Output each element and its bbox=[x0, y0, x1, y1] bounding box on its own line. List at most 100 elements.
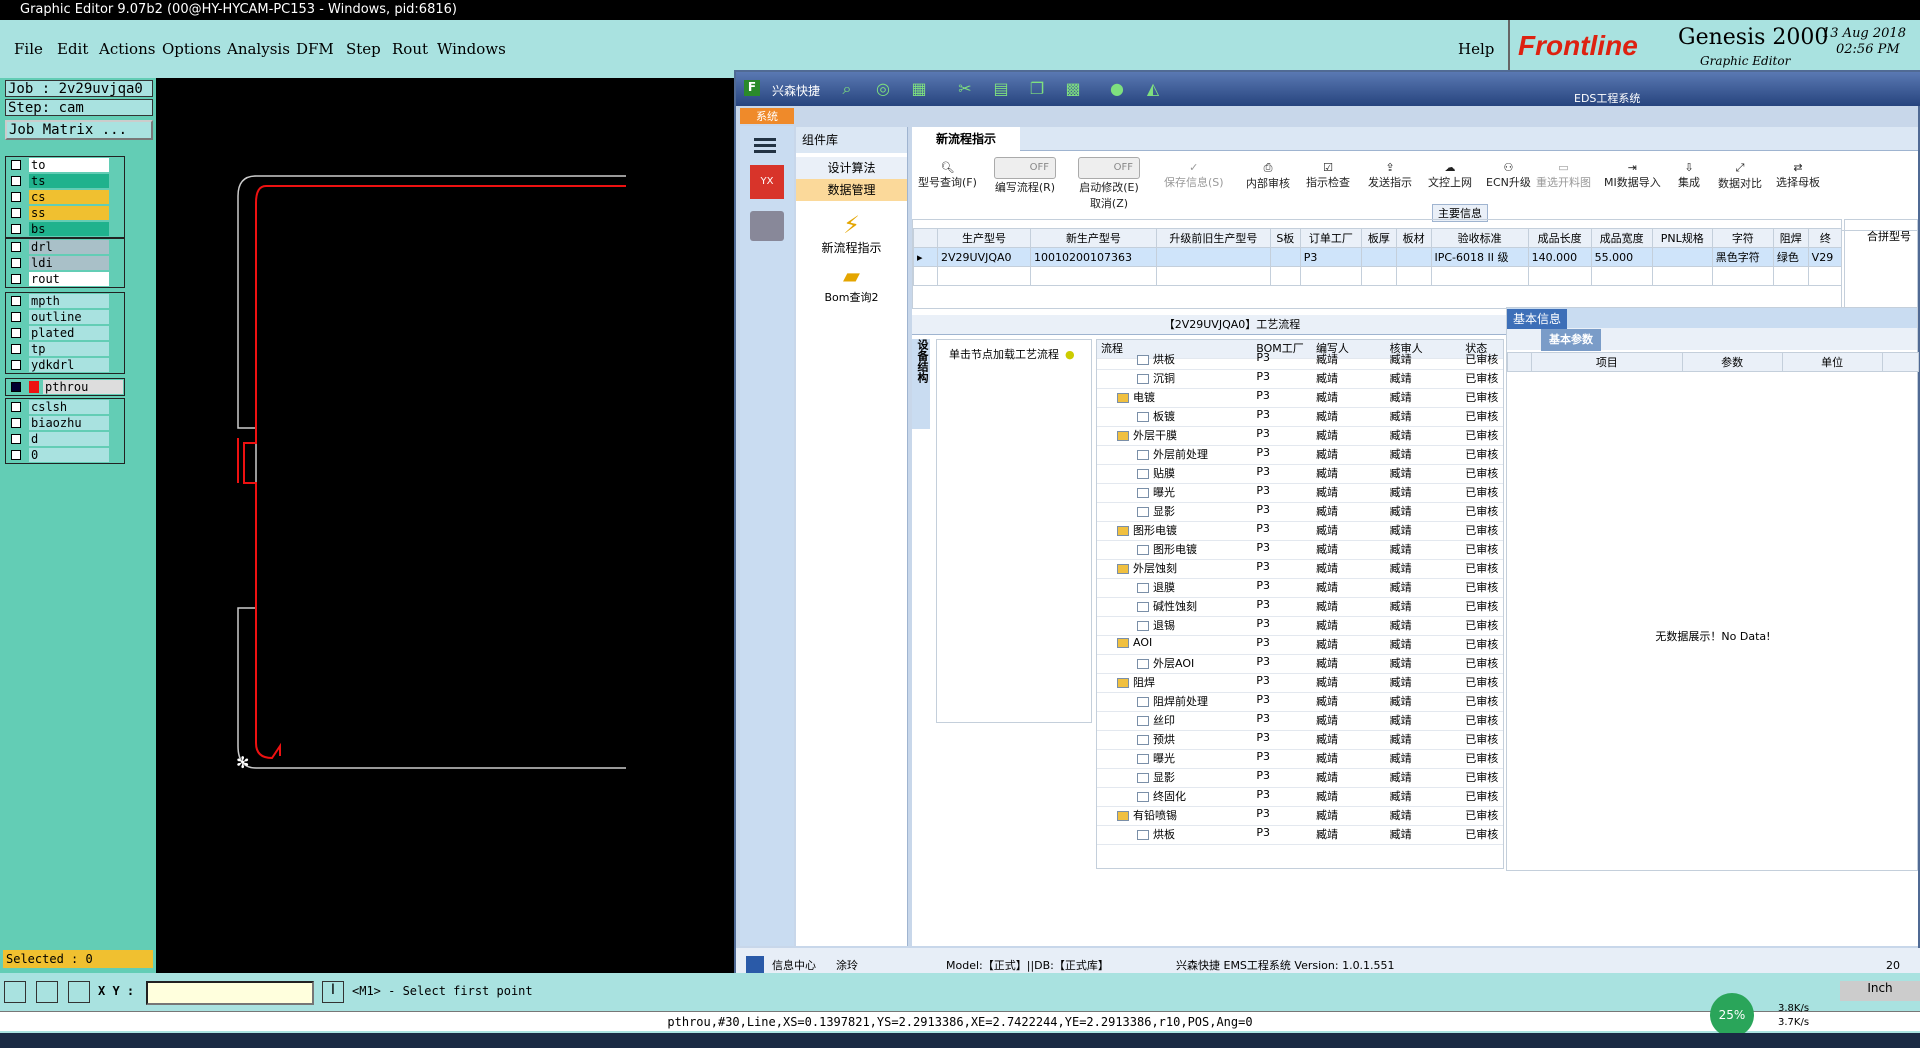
layer-name[interactable]: ts bbox=[29, 174, 109, 188]
grid-col-header[interactable]: 新生产型号 bbox=[1029, 228, 1157, 248]
grid-col-header[interactable]: 成品长度 bbox=[1527, 228, 1592, 248]
toggle-start-edit[interactable]: OFF 启动修改(E) 取消(Z) bbox=[1078, 157, 1140, 211]
layer-name[interactable]: bs bbox=[29, 222, 109, 236]
process-row[interactable]: 丝印 P3 臧靖 臧靖 已审核 bbox=[1097, 712, 1503, 731]
grid-col-header[interactable]: S板 bbox=[1269, 228, 1301, 248]
process-row[interactable]: 有铅喷锡 P3 臧靖 臧靖 已审核 bbox=[1097, 807, 1503, 826]
layer-row[interactable]: drl bbox=[6, 239, 124, 255]
yx-icon[interactable]: YX bbox=[750, 165, 784, 199]
layer-checkbox[interactable] bbox=[11, 360, 21, 370]
process-row[interactable]: 外层前处理 P3 臧靖 臧靖 已审核 bbox=[1097, 446, 1503, 465]
process-row[interactable]: 外层AOI P3 臧靖 臧靖 已审核 bbox=[1097, 655, 1503, 674]
layer-checkbox[interactable] bbox=[11, 312, 21, 322]
process-row[interactable]: 烘板 P3 臧靖 臧靖 已审核 bbox=[1097, 826, 1503, 845]
layer-checkbox[interactable] bbox=[11, 242, 21, 252]
layer-checkbox[interactable] bbox=[11, 344, 21, 354]
process-row[interactable]: 显影 P3 臧靖 臧靖 已审核 bbox=[1097, 769, 1503, 788]
layer-active[interactable]: pthrou bbox=[5, 378, 125, 396]
layer-row[interactable]: cslsh bbox=[6, 399, 124, 415]
layer-checkbox[interactable] bbox=[11, 192, 21, 202]
process-tree[interactable]: 流程 BOM工厂 编写人 核审人 状态 烘板 P3 臧靖 臧靖 已审核 沉铜 P3 臧靖 臧靖 已审核 电镀… bbox=[1096, 339, 1504, 869]
layer-checkbox[interactable] bbox=[11, 224, 21, 234]
layer-name[interactable]: plated bbox=[29, 326, 109, 340]
process-row[interactable]: 退锡 P3 臧靖 臧靖 已审核 bbox=[1097, 617, 1503, 636]
tab-new-flow[interactable]: 新流程指示 bbox=[912, 127, 1021, 151]
grid-row[interactable]: ▸ 2V29UVJQA0 10010200107363 P3 IPC-6018 II 级… bbox=[913, 247, 1841, 267]
scissors-icon[interactable]: ✂ bbox=[954, 80, 976, 98]
process-row[interactable]: 预烘 P3 臧靖 臧靖 已审核 bbox=[1097, 731, 1503, 750]
process-row[interactable]: 曝光 P3 臧靖 臧靖 已审核 bbox=[1097, 484, 1503, 503]
layer-name[interactable]: drl bbox=[29, 240, 109, 254]
layer-row[interactable]: ydkdrl bbox=[6, 357, 124, 373]
draw-tool-icon[interactable] bbox=[4, 981, 26, 1003]
product-grid[interactable]: 生产型号 新生产型号 升级前旧生产型号 S板 订单工厂 板厚 板材 验收标准 成品长度 成品宽度 P… bbox=[912, 219, 1842, 309]
comp-bom[interactable]: Bom查询2 bbox=[796, 289, 907, 305]
menu-windows[interactable]: Windows bbox=[437, 40, 506, 58]
grid-col-header[interactable]: 生产型号 bbox=[937, 228, 1031, 248]
process-row[interactable]: 板镀 P3 臧靖 臧靖 已审核 bbox=[1097, 408, 1503, 427]
grid-col-header[interactable]: 订单工厂 bbox=[1299, 228, 1362, 248]
info-icon[interactable]: I bbox=[322, 981, 344, 1003]
layer-pthrou[interactable]: pthrou bbox=[43, 380, 123, 394]
btn-save[interactable]: ✓ 保存信息(S) bbox=[1164, 161, 1224, 190]
process-row[interactable]: 显影 P3 臧靖 臧靖 已审核 bbox=[1097, 503, 1503, 522]
grid-col-header[interactable]: 字符 bbox=[1711, 228, 1774, 248]
layer-name[interactable]: to bbox=[29, 158, 109, 172]
btn-upload[interactable]: ☁ 文控上网 bbox=[1428, 161, 1472, 190]
film-icon[interactable]: ▤ bbox=[990, 80, 1012, 98]
layer-row[interactable]: ldi bbox=[6, 255, 124, 271]
job-matrix-button[interactable]: Job Matrix ... bbox=[5, 120, 153, 140]
btn-mi-import[interactable]: ⇥ MI数据导入 bbox=[1604, 161, 1661, 190]
layer-row[interactable]: ss bbox=[6, 205, 124, 221]
process-row[interactable]: 烘板 P3 臧靖 臧靖 已审核 bbox=[1097, 351, 1503, 370]
layer-checkbox[interactable] bbox=[11, 296, 21, 306]
layer-checkbox[interactable] bbox=[11, 176, 21, 186]
menu-icon[interactable] bbox=[754, 138, 776, 141]
process-row[interactable]: 图形电镀 P3 臧靖 臧靖 已审核 bbox=[1097, 522, 1503, 541]
layer-row[interactable]: outline bbox=[6, 309, 124, 325]
process-row[interactable]: 碱性蚀刻 P3 臧靖 臧靖 已审核 bbox=[1097, 598, 1503, 617]
layer-row[interactable]: ts bbox=[6, 173, 124, 189]
process-row[interactable]: 曝光 P3 臧靖 臧靖 已审核 bbox=[1097, 750, 1503, 769]
btn-check[interactable]: ☑ 指示检查 bbox=[1306, 161, 1350, 190]
btn-ecn[interactable]: ⚇ ECN升级 bbox=[1486, 161, 1531, 190]
btn-send[interactable]: ⇪ 发送指示 bbox=[1368, 161, 1412, 190]
folder-icon[interactable]: ▰ bbox=[796, 264, 907, 289]
grid-app-icon[interactable] bbox=[746, 956, 764, 974]
grid-col-header[interactable]: 成品宽度 bbox=[1590, 228, 1653, 248]
side-tab-equipment[interactable]: 设备结构 bbox=[912, 339, 930, 429]
process-row[interactable]: 退膜 P3 臧靖 臧靖 已审核 bbox=[1097, 579, 1503, 598]
system-tab[interactable]: 系统 bbox=[740, 108, 794, 124]
layer-checkbox[interactable] bbox=[11, 418, 21, 428]
layer-name[interactable]: tp bbox=[29, 342, 109, 356]
layer-name[interactable]: d bbox=[29, 432, 109, 446]
grid-col-header[interactable]: 升级前旧生产型号 bbox=[1155, 228, 1271, 248]
chart-icon[interactable]: ◭ bbox=[1142, 80, 1164, 98]
btn-compare[interactable]: ⤢ 数据对比 bbox=[1718, 161, 1762, 191]
grid-col-header[interactable]: 板材 bbox=[1395, 228, 1432, 248]
btn-model-query[interactable]: 🔍︎ 型号查询(F) bbox=[918, 161, 977, 190]
layer-checkbox[interactable] bbox=[11, 274, 21, 284]
user-icon[interactable]: ● bbox=[1106, 80, 1128, 98]
layer-row[interactable]: bs bbox=[6, 221, 124, 237]
layer-checkbox[interactable] bbox=[11, 402, 21, 412]
process-row[interactable]: 外层干膜 P3 臧靖 臧靖 已审核 bbox=[1097, 427, 1503, 446]
process-row[interactable]: 阻焊 P3 臧靖 臧靖 已审核 bbox=[1097, 674, 1503, 693]
menu-file[interactable]: File bbox=[14, 40, 43, 58]
menu-rout[interactable]: Rout bbox=[392, 40, 428, 58]
grid-col-header[interactable]: 验收标准 bbox=[1430, 228, 1529, 248]
menu-edit[interactable]: Edit bbox=[57, 40, 88, 58]
process-row[interactable]: 贴膜 P3 臧靖 臧靖 已审核 bbox=[1097, 465, 1503, 484]
process-row[interactable]: AOI P3 臧靖 臧靖 已审核 bbox=[1097, 636, 1503, 655]
layer-row[interactable]: biaozhu bbox=[6, 415, 124, 431]
layer-name[interactable]: ss bbox=[29, 206, 109, 220]
process-row[interactable]: 阻焊前处理 P3 臧靖 臧靖 已审核 bbox=[1097, 693, 1503, 712]
menu-options[interactable]: Options bbox=[162, 40, 221, 58]
grid-snap-icon[interactable] bbox=[68, 981, 90, 1003]
comp-item-data[interactable]: 数据管理 bbox=[796, 179, 907, 201]
flow-icon[interactable]: ⚡ bbox=[796, 211, 907, 239]
btn-reselect[interactable]: ▭ 重选开料图 bbox=[1536, 161, 1591, 190]
menu-actions[interactable]: Actions bbox=[99, 40, 155, 58]
btn-internal-audit[interactable]: ⎙ 内部审核 bbox=[1246, 161, 1290, 191]
process-row[interactable]: 沉铜 P3 臧靖 臧靖 已审核 bbox=[1097, 370, 1503, 389]
